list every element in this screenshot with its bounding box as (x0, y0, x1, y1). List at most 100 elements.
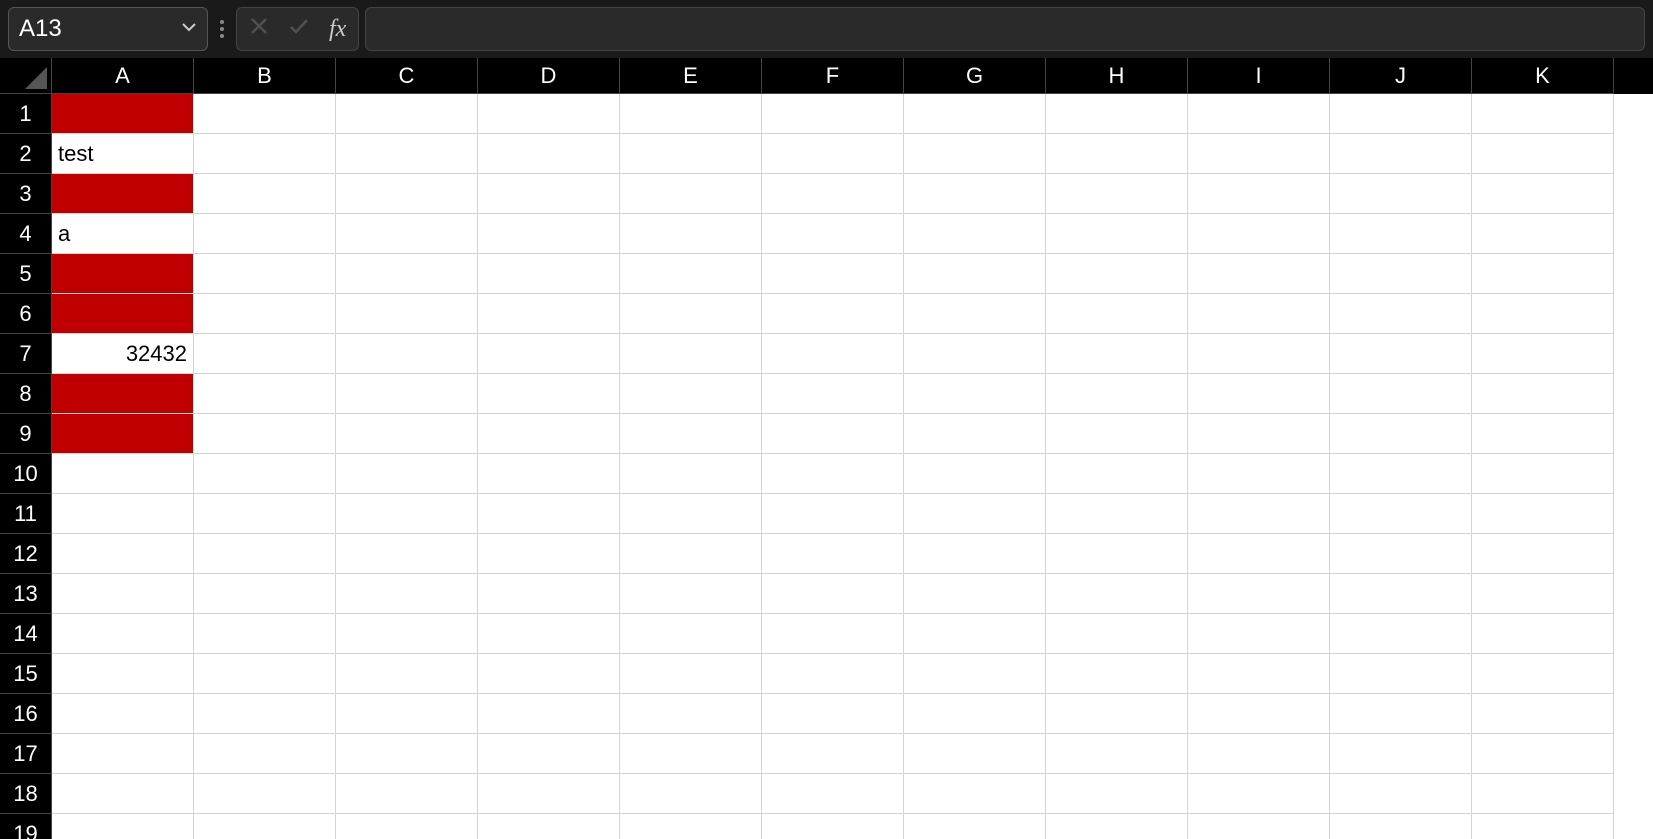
cell-B12[interactable] (194, 534, 336, 574)
cell-D1[interactable] (478, 94, 620, 134)
column-header-H[interactable]: H (1046, 58, 1188, 94)
cell-C3[interactable] (336, 174, 478, 214)
cell-E7[interactable] (620, 334, 762, 374)
cell-F13[interactable] (762, 574, 904, 614)
cell-H10[interactable] (1046, 454, 1188, 494)
cell-D9[interactable] (478, 414, 620, 454)
cell-F8[interactable] (762, 374, 904, 414)
cell-A9[interactable] (52, 414, 194, 454)
cell-I5[interactable] (1188, 254, 1330, 294)
cell-H9[interactable] (1046, 414, 1188, 454)
chevron-down-icon[interactable] (181, 19, 197, 40)
column-header-G[interactable]: G (904, 58, 1046, 94)
cell-G4[interactable] (904, 214, 1046, 254)
cell-C4[interactable] (336, 214, 478, 254)
cell-F16[interactable] (762, 694, 904, 734)
cell-I3[interactable] (1188, 174, 1330, 214)
cell-I19[interactable] (1188, 814, 1330, 839)
cell-H15[interactable] (1046, 654, 1188, 694)
cell-H6[interactable] (1046, 294, 1188, 334)
cell-B4[interactable] (194, 214, 336, 254)
cell-I18[interactable] (1188, 774, 1330, 814)
row-header-12[interactable]: 12 (0, 534, 52, 574)
cell-D19[interactable] (478, 814, 620, 839)
cell-B2[interactable] (194, 134, 336, 174)
cell-I16[interactable] (1188, 694, 1330, 734)
cell-J7[interactable] (1330, 334, 1472, 374)
cell-C7[interactable] (336, 334, 478, 374)
cell-I17[interactable] (1188, 734, 1330, 774)
cell-J12[interactable] (1330, 534, 1472, 574)
cell-B5[interactable] (194, 254, 336, 294)
column-header-F[interactable]: F (762, 58, 904, 94)
insert-function-button[interactable]: fx (325, 16, 350, 43)
column-header-A[interactable]: A (52, 58, 194, 94)
cell-H8[interactable] (1046, 374, 1188, 414)
cell-C15[interactable] (336, 654, 478, 694)
cell-C5[interactable] (336, 254, 478, 294)
cell-G2[interactable] (904, 134, 1046, 174)
cell-G7[interactable] (904, 334, 1046, 374)
row-header-1[interactable]: 1 (0, 94, 52, 134)
cell-G19[interactable] (904, 814, 1046, 839)
cell-A15[interactable] (52, 654, 194, 694)
row-header-7[interactable]: 7 (0, 334, 52, 374)
cell-H18[interactable] (1046, 774, 1188, 814)
cell-A2[interactable]: test (52, 134, 194, 174)
cell-H14[interactable] (1046, 614, 1188, 654)
row-header-2[interactable]: 2 (0, 134, 52, 174)
cell-B15[interactable] (194, 654, 336, 694)
cell-K15[interactable] (1472, 654, 1614, 694)
formula-input[interactable] (365, 7, 1645, 51)
cell-J5[interactable] (1330, 254, 1472, 294)
cell-H16[interactable] (1046, 694, 1188, 734)
cell-E5[interactable] (620, 254, 762, 294)
cell-B17[interactable] (194, 734, 336, 774)
cell-C18[interactable] (336, 774, 478, 814)
cell-E14[interactable] (620, 614, 762, 654)
cell-D15[interactable] (478, 654, 620, 694)
cell-F17[interactable] (762, 734, 904, 774)
cell-A19[interactable] (52, 814, 194, 839)
cell-A14[interactable] (52, 614, 194, 654)
cell-J17[interactable] (1330, 734, 1472, 774)
cell-G18[interactable] (904, 774, 1046, 814)
cell-F5[interactable] (762, 254, 904, 294)
cell-G13[interactable] (904, 574, 1046, 614)
cell-D16[interactable] (478, 694, 620, 734)
cell-F4[interactable] (762, 214, 904, 254)
cell-K1[interactable] (1472, 94, 1614, 134)
cell-E1[interactable] (620, 94, 762, 134)
cell-B10[interactable] (194, 454, 336, 494)
cell-D12[interactable] (478, 534, 620, 574)
row-header-14[interactable]: 14 (0, 614, 52, 654)
cell-K8[interactable] (1472, 374, 1614, 414)
column-header-D[interactable]: D (478, 58, 620, 94)
cell-G14[interactable] (904, 614, 1046, 654)
cell-A4[interactable]: a (52, 214, 194, 254)
cell-K13[interactable] (1472, 574, 1614, 614)
cell-D10[interactable] (478, 454, 620, 494)
cells-area[interactable]: testa32432 (52, 94, 1653, 839)
cell-C2[interactable] (336, 134, 478, 174)
cell-F10[interactable] (762, 454, 904, 494)
cell-C11[interactable] (336, 494, 478, 534)
row-header-15[interactable]: 15 (0, 654, 52, 694)
cell-C14[interactable] (336, 614, 478, 654)
cell-G15[interactable] (904, 654, 1046, 694)
cell-G17[interactable] (904, 734, 1046, 774)
cell-F15[interactable] (762, 654, 904, 694)
cell-B7[interactable] (194, 334, 336, 374)
cell-J1[interactable] (1330, 94, 1472, 134)
cell-G1[interactable] (904, 94, 1046, 134)
cell-E11[interactable] (620, 494, 762, 534)
cell-J13[interactable] (1330, 574, 1472, 614)
cell-F19[interactable] (762, 814, 904, 839)
cell-B13[interactable] (194, 574, 336, 614)
cell-B8[interactable] (194, 374, 336, 414)
cell-G16[interactable] (904, 694, 1046, 734)
cell-K18[interactable] (1472, 774, 1614, 814)
cell-G10[interactable] (904, 454, 1046, 494)
row-header-16[interactable]: 16 (0, 694, 52, 734)
cell-K4[interactable] (1472, 214, 1614, 254)
